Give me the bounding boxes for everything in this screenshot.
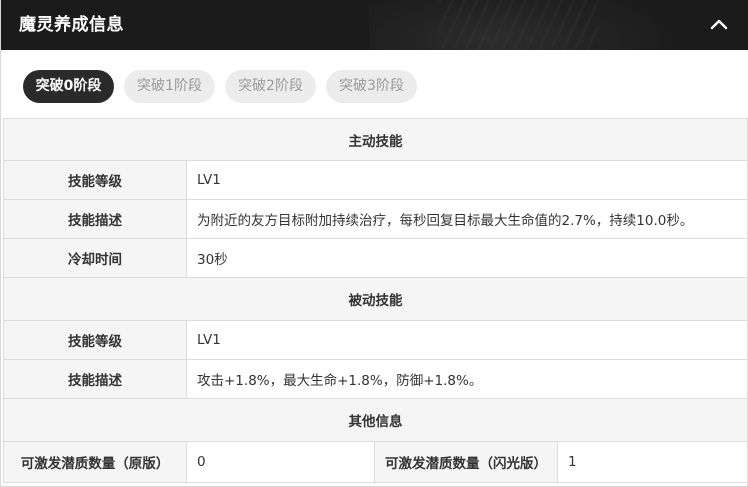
passive-skill-level-value: LV1 bbox=[186, 320, 748, 360]
tab-stage-2[interactable]: 突破2阶段 bbox=[225, 70, 316, 103]
active-skill-level-label: 技能等级 bbox=[3, 160, 187, 200]
table-row: 技能描述 攻击+1.8%，最大生命+1.8%，防御+1.8%。 bbox=[3, 359, 748, 399]
potential-count-flash-value: 1 bbox=[557, 441, 748, 483]
passive-skill-desc-value: 攻击+1.8%，最大生命+1.8%，防御+1.8%。 bbox=[186, 359, 748, 399]
stage-tabs: 突破0阶段 突破1阶段 突破2阶段 突破3阶段 bbox=[1, 50, 748, 118]
passive-skill-heading: 被动技能 bbox=[3, 277, 748, 321]
potential-count-original-value: 0 bbox=[186, 441, 375, 483]
mowling-info-panel: 魔灵养成信息 突破0阶段 突破1阶段 突破2阶段 突破3阶段 主动技能 技能等级… bbox=[0, 0, 748, 487]
cooldown-value: 30秒 bbox=[186, 238, 748, 278]
tab-stage-3[interactable]: 突破3阶段 bbox=[326, 70, 417, 103]
tab-stage-1[interactable]: 突破1阶段 bbox=[124, 70, 215, 103]
table-row: 可激发潜质数量（原版） 0 可激发潜质数量（闪光版） 1 bbox=[3, 441, 748, 483]
passive-skill-desc-label: 技能描述 bbox=[3, 359, 187, 399]
potential-count-original-label: 可激发潜质数量（原版） bbox=[3, 441, 187, 483]
active-skill-desc-value: 为附近的友方目标附加持续治疗，每秒回复目标最大生命值的2.7%，持续10.0秒。 bbox=[186, 199, 748, 239]
tab-stage-0[interactable]: 突破0阶段 bbox=[23, 70, 114, 103]
info-table: 主动技能 技能等级 LV1 技能描述 为附近的友方目标附加持续治疗，每秒回复目标… bbox=[3, 118, 748, 483]
table-row: 冷却时间 30秒 bbox=[3, 238, 748, 278]
header-background-texture bbox=[439, 0, 599, 50]
active-skill-desc-label: 技能描述 bbox=[3, 199, 187, 239]
chevron-up-icon[interactable] bbox=[707, 13, 731, 37]
active-skill-heading: 主动技能 bbox=[3, 118, 748, 161]
table-row: 技能描述 为附近的友方目标附加持续治疗，每秒回复目标最大生命值的2.7%，持续1… bbox=[3, 199, 748, 239]
table-row: 技能等级 LV1 bbox=[3, 160, 748, 200]
potential-count-flash-label: 可激发潜质数量（闪光版） bbox=[374, 441, 558, 483]
panel-header[interactable]: 魔灵养成信息 bbox=[1, 0, 748, 50]
passive-skill-level-label: 技能等级 bbox=[3, 320, 187, 360]
active-skill-level-value: LV1 bbox=[186, 160, 748, 200]
other-info-heading: 其他信息 bbox=[3, 398, 748, 442]
panel-title: 魔灵养成信息 bbox=[19, 15, 124, 35]
table-row: 技能等级 LV1 bbox=[3, 320, 748, 360]
cooldown-label: 冷却时间 bbox=[3, 238, 187, 278]
